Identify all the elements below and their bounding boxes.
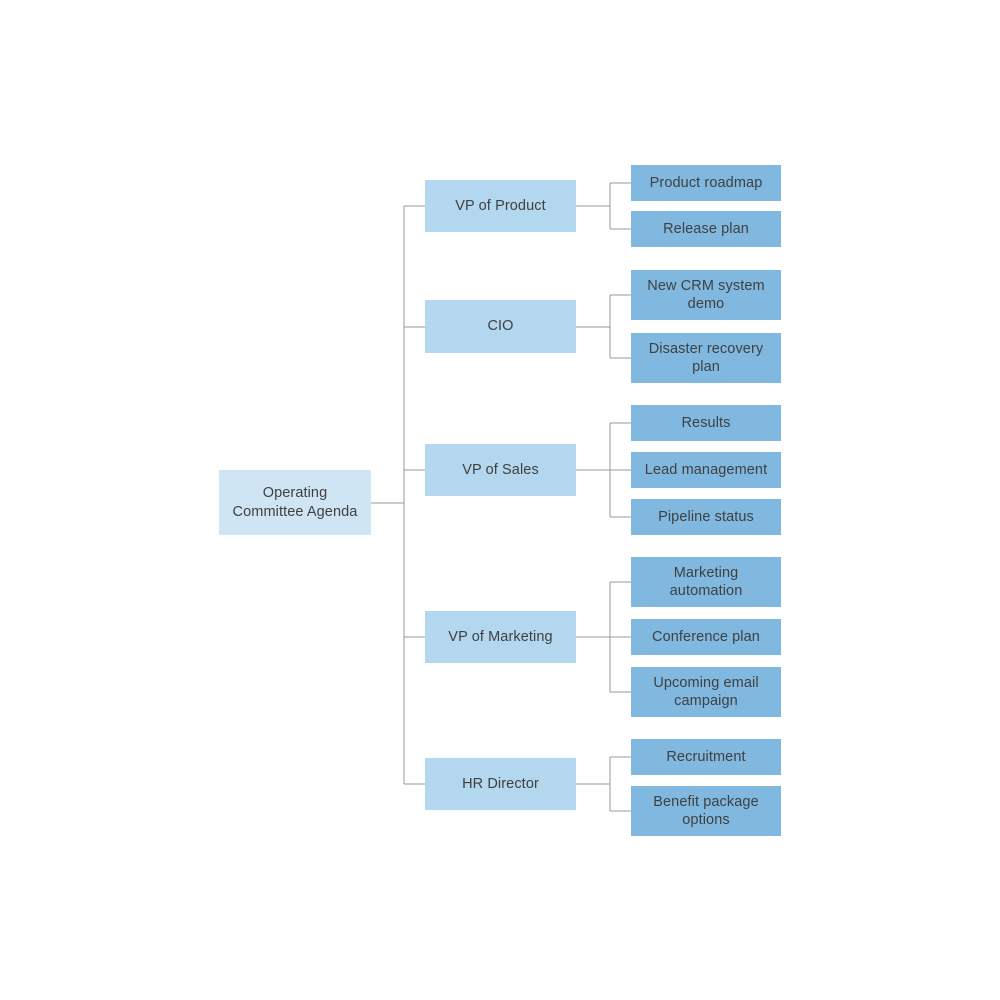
node-lead-management[interactable]: Lead management — [631, 452, 781, 488]
node-recruitment[interactable]: Recruitment — [631, 739, 781, 775]
node-benefit-package-options[interactable]: Benefit package options — [631, 786, 781, 836]
node-hr-director[interactable]: HR Director — [425, 758, 576, 810]
node-marketing-automation[interactable]: Marketing automation — [631, 557, 781, 607]
node-disaster-recovery-plan[interactable]: Disaster recovery plan — [631, 333, 781, 383]
node-pipeline-status[interactable]: Pipeline status — [631, 499, 781, 535]
node-upcoming-email-campaign[interactable]: Upcoming email campaign — [631, 667, 781, 717]
node-cio[interactable]: CIO — [425, 300, 576, 353]
node-results[interactable]: Results — [631, 405, 781, 441]
node-vp-sales[interactable]: VP of Sales — [425, 444, 576, 496]
node-vp-marketing[interactable]: VP of Marketing — [425, 611, 576, 663]
diagram-canvas: Operating Committee Agenda VP of Product P… — [0, 0, 1000, 1000]
node-conference-plan[interactable]: Conference plan — [631, 619, 781, 655]
node-product-roadmap[interactable]: Product roadmap — [631, 165, 781, 201]
node-new-crm-system-demo[interactable]: New CRM system demo — [631, 270, 781, 320]
connector-layer — [371, 182, 631, 812]
node-root[interactable]: Operating Committee Agenda — [219, 470, 371, 535]
node-vp-product[interactable]: VP of Product — [425, 180, 576, 232]
node-release-plan[interactable]: Release plan — [631, 211, 781, 247]
